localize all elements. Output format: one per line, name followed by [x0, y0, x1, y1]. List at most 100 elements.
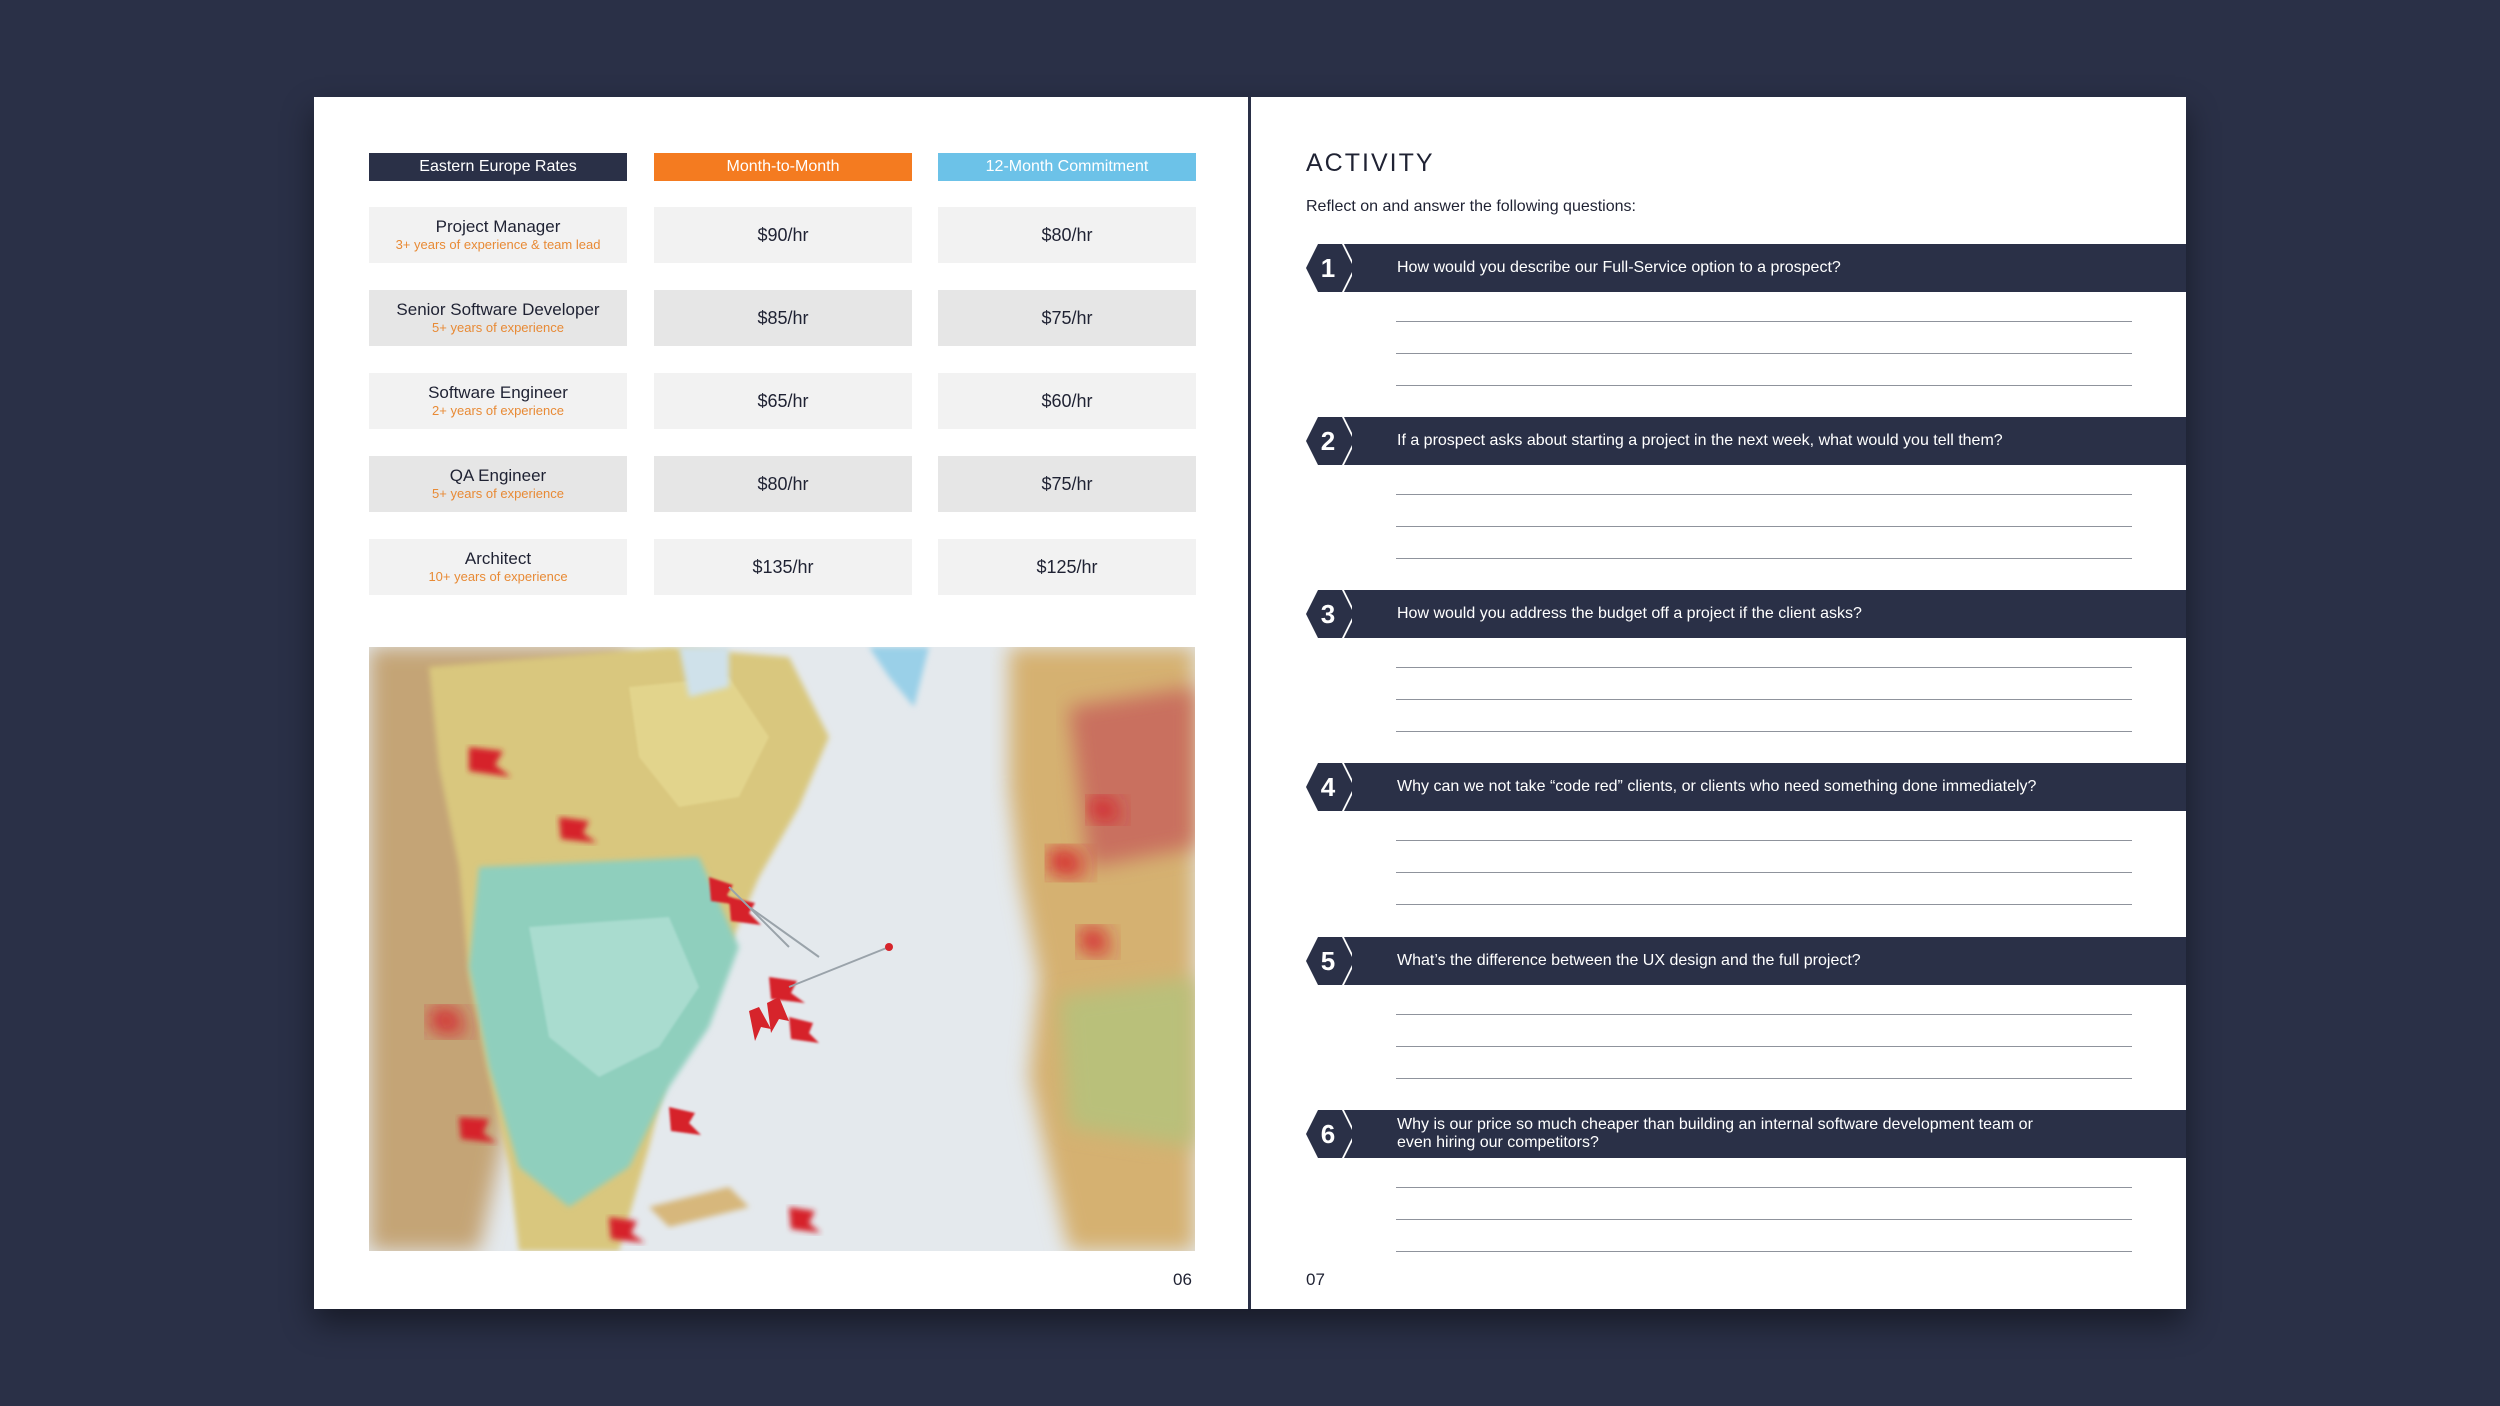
- question-number-badge: 1: [1306, 244, 1364, 292]
- commit-rate-cell: $80/hr: [938, 207, 1196, 263]
- commit-rate: $80/hr: [1041, 224, 1093, 245]
- answer-line[interactable]: [1396, 494, 2132, 495]
- role-cell: Project Manager 3+ years of experience &…: [369, 207, 627, 263]
- question-text: If a prospect asks about starting a proj…: [1397, 432, 2003, 449]
- column-header-region: Eastern Europe Rates: [369, 153, 627, 181]
- commit-rate-cell: $125/hr: [938, 539, 1196, 595]
- question-number: 1: [1320, 253, 1336, 283]
- answer-line[interactable]: [1396, 1014, 2132, 1015]
- month-rate: $80/hr: [757, 473, 809, 494]
- month-rate-cell: $90/hr: [654, 207, 912, 263]
- month-rate: $90/hr: [757, 224, 809, 245]
- question-number-badge: 4: [1306, 763, 1364, 811]
- question-text: Why can we not take “code red” clients, …: [1397, 778, 2037, 795]
- table-row: Project Manager 3+ years of experience &…: [314, 207, 1249, 263]
- question-bar: How would you describe our Full-Service …: [1352, 244, 2186, 292]
- activity-title: ACTIVITY: [1306, 149, 1435, 177]
- question-number: 3: [1320, 599, 1336, 629]
- right-page: ACTIVITY Reflect on and answer the follo…: [1251, 97, 2186, 1309]
- answer-line[interactable]: [1396, 1219, 2132, 1220]
- table-row: QA Engineer 5+ years of experience $80/h…: [314, 456, 1249, 512]
- question-bar: How would you address the budget off a p…: [1352, 590, 2186, 638]
- question-block: How would you describe our Full-Service …: [1306, 244, 2186, 418]
- answer-line[interactable]: [1396, 699, 2132, 700]
- question-text: How would you describe our Full-Service …: [1397, 259, 1841, 276]
- role-experience: 5+ years of experience: [432, 320, 564, 335]
- question-block: If a prospect asks about starting a proj…: [1306, 417, 2186, 591]
- commit-rate: $60/hr: [1041, 390, 1093, 411]
- question-bar: Why can we not take “code red” clients, …: [1352, 763, 2186, 811]
- world-map-with-pins-photo: [369, 647, 1195, 1251]
- role-experience: 10+ years of experience: [428, 569, 568, 584]
- question-number-badge: 6: [1306, 1110, 1364, 1158]
- question-block: How would you address the budget off a p…: [1306, 590, 2186, 764]
- question-text: Why is our price so much cheaper than bu…: [1397, 1116, 2033, 1151]
- commit-rate-cell: $75/hr: [938, 456, 1196, 512]
- question-number: 4: [1320, 772, 1336, 802]
- answer-line[interactable]: [1396, 872, 2132, 873]
- answer-line[interactable]: [1396, 1187, 2132, 1188]
- answer-line[interactable]: [1396, 731, 2132, 732]
- map-illustration: [369, 647, 1195, 1251]
- commit-rate: $75/hr: [1041, 307, 1093, 328]
- question-bar: Why is our price so much cheaper than bu…: [1352, 1110, 2186, 1158]
- activity-intro: Reflect on and answer the following ques…: [1306, 198, 1636, 215]
- question-number: 6: [1320, 1119, 1336, 1149]
- role-title: QA Engineer: [449, 466, 547, 485]
- answer-line[interactable]: [1396, 353, 2132, 354]
- month-rate: $65/hr: [757, 390, 809, 411]
- question-number: 5: [1320, 946, 1336, 976]
- commit-rate-cell: $60/hr: [938, 373, 1196, 429]
- question-number: 2: [1320, 426, 1336, 456]
- answer-line[interactable]: [1396, 904, 2132, 905]
- page-number: 06: [1173, 1270, 1192, 1289]
- role-title: Project Manager: [435, 217, 561, 236]
- role-title: Senior Software Developer: [396, 300, 600, 319]
- role-experience: 2+ years of experience: [432, 403, 564, 418]
- month-rate-cell: $80/hr: [654, 456, 912, 512]
- booklet-spread: Eastern Europe Rates Month-to-Month 12-M…: [314, 97, 2186, 1309]
- role-cell: Software Engineer 2+ years of experience: [369, 373, 627, 429]
- question-number-badge: 5: [1306, 937, 1364, 985]
- role-title: Software Engineer: [428, 383, 568, 402]
- column-header-month-to-month: Month-to-Month: [654, 153, 912, 181]
- role-title: Architect: [464, 549, 532, 568]
- commit-rate-cell: $75/hr: [938, 290, 1196, 346]
- answer-line[interactable]: [1396, 526, 2132, 527]
- role-cell: QA Engineer 5+ years of experience: [369, 456, 627, 512]
- question-number-badge: 2: [1306, 417, 1364, 465]
- month-rate: $85/hr: [757, 307, 809, 328]
- table-row: Architect 10+ years of experience $135/h…: [314, 539, 1249, 595]
- month-rate-cell: $135/hr: [654, 539, 912, 595]
- left-page: Eastern Europe Rates Month-to-Month 12-M…: [314, 97, 1249, 1309]
- question-bar: If a prospect asks about starting a proj…: [1352, 417, 2186, 465]
- page-number: 07: [1306, 1270, 1325, 1289]
- answer-line[interactable]: [1396, 1078, 2132, 1079]
- question-bar: What’s the difference between the UX des…: [1352, 937, 2186, 985]
- role-experience: 3+ years of experience & team lead: [395, 237, 601, 252]
- month-rate-cell: $85/hr: [654, 290, 912, 346]
- month-rate: $135/hr: [752, 556, 814, 577]
- table-row: Senior Software Developer 5+ years of ex…: [314, 290, 1249, 346]
- question-block: What’s the difference between the UX des…: [1306, 937, 2186, 1111]
- commit-rate: $125/hr: [1036, 556, 1098, 577]
- column-header-12-month: 12-Month Commitment: [938, 153, 1196, 181]
- answer-line[interactable]: [1396, 1251, 2132, 1252]
- question-text: How would you address the budget off a p…: [1397, 605, 1862, 622]
- question-number-badge: 3: [1306, 590, 1364, 638]
- role-experience: 5+ years of experience: [432, 486, 564, 501]
- month-rate-cell: $65/hr: [654, 373, 912, 429]
- question-block: Why is our price so much cheaper than bu…: [1306, 1110, 2186, 1284]
- role-cell: Architect 10+ years of experience: [369, 539, 627, 595]
- role-cell: Senior Software Developer 5+ years of ex…: [369, 290, 627, 346]
- answer-line[interactable]: [1396, 840, 2132, 841]
- question-block: Why can we not take “code red” clients, …: [1306, 763, 2186, 937]
- answer-line[interactable]: [1396, 667, 2132, 668]
- answer-line[interactable]: [1396, 385, 2132, 386]
- answer-line[interactable]: [1396, 558, 2132, 559]
- commit-rate: $75/hr: [1041, 473, 1093, 494]
- answer-line[interactable]: [1396, 321, 2132, 322]
- table-row: Software Engineer 2+ years of experience…: [314, 373, 1249, 429]
- answer-line[interactable]: [1396, 1046, 2132, 1047]
- question-text: What’s the difference between the UX des…: [1397, 952, 1861, 969]
